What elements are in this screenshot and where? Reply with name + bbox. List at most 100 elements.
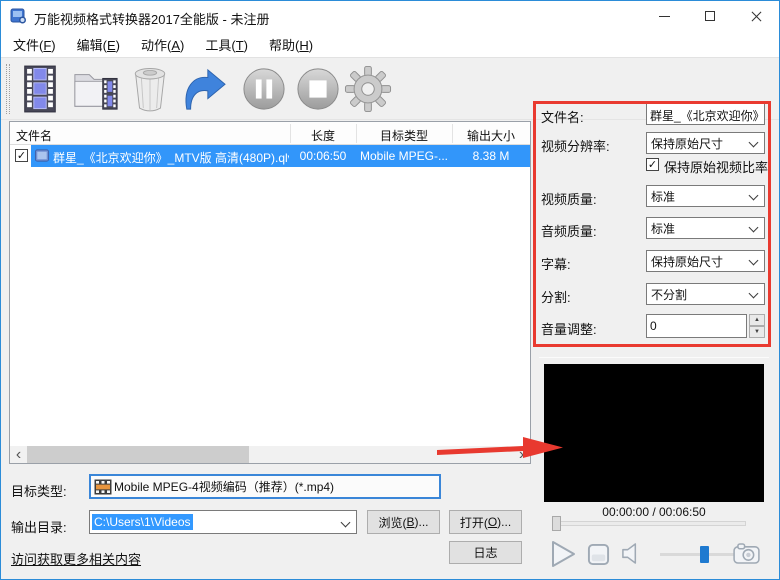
target-format-icon: [94, 479, 112, 494]
video-file-icon: [34, 148, 50, 166]
keep-ratio-checkbox[interactable]: [646, 158, 659, 171]
column-header-size[interactable]: 输出大小: [452, 127, 530, 144]
divider: [539, 357, 769, 358]
volume-slider[interactable]: [660, 553, 736, 556]
seek-slider[interactable]: [552, 521, 746, 526]
audio-quality-label: 音频质量:: [541, 224, 597, 239]
seek-slider-thumb[interactable]: [552, 516, 561, 531]
table-row[interactable]: 群星_《北京欢迎你》_MTV版 高清(480P).qlv 00:06:50 Mo…: [10, 145, 530, 167]
menu-bar: 文件(F) 编辑(E) 动作(A) 工具(T) 帮助(H): [1, 31, 779, 58]
convert-button[interactable]: [179, 63, 229, 115]
video-quality-value: 标准: [651, 189, 676, 204]
resolution-value: 保持原始尺寸: [651, 136, 724, 151]
audio-quality-value: 标准: [651, 221, 676, 236]
more-content-link[interactable]: 访问获取更多相关内容: [11, 549, 141, 568]
target-type-label: 目标类型:: [11, 484, 67, 499]
output-dir-combo[interactable]: C:\Users\1\Videos: [89, 510, 357, 534]
playback-time: 00:00:00 / 00:06:50: [602, 505, 706, 519]
delete-icon: [134, 68, 166, 112]
log-button[interactable]: 日志: [449, 541, 522, 564]
app-icon: [10, 8, 27, 29]
menu-tools[interactable]: 工具(T): [205, 35, 248, 54]
scroll-left-icon[interactable]: [10, 446, 27, 463]
row-target-type: Mobile MPEG-...: [359, 149, 449, 163]
add-folder-icon: [74, 74, 118, 110]
subtitle-select[interactable]: 保持原始尺寸: [646, 250, 765, 272]
minimize-button[interactable]: [641, 1, 687, 31]
add-video-button[interactable]: [15, 63, 65, 115]
volume-label: 音量调整:: [541, 322, 597, 337]
stop-convert-button[interactable]: [293, 63, 343, 115]
volume-slider-thumb[interactable]: [700, 546, 709, 563]
volume-spinner: [749, 314, 765, 338]
row-checkbox[interactable]: [15, 149, 28, 162]
resolution-select[interactable]: 保持原始尺寸: [646, 132, 765, 154]
chevron-down-icon: [748, 222, 759, 233]
subtitle-value: 保持原始尺寸: [651, 254, 724, 269]
play-button[interactable]: [547, 538, 579, 570]
maximize-button[interactable]: [687, 1, 733, 31]
stop-playback-button[interactable]: [587, 543, 610, 566]
keep-ratio-label: 保持原始视频比率: [664, 160, 769, 175]
row-file-name: 群星_《北京欢迎你》_MTV版 高清(480P).qlv: [53, 151, 289, 165]
file-list: 文件名 长度 目标类型 输出大小 群星_《北京欢迎你》_MTV版 高清(480P…: [9, 121, 531, 464]
menu-edit[interactable]: 编辑(E): [77, 35, 120, 54]
menu-help[interactable]: 帮助(H): [269, 35, 313, 54]
menu-action[interactable]: 动作(A): [141, 35, 184, 54]
video-preview: [544, 364, 764, 502]
scrollbar-thumb[interactable]: [27, 446, 249, 463]
split-label: 分割:: [541, 290, 571, 305]
title-bar: 万能视频格式转换器2017全能版 - 未注册: [1, 1, 779, 31]
split-select[interactable]: 不分割: [646, 283, 765, 305]
chevron-down-icon: [748, 288, 759, 299]
column-header-target[interactable]: 目标类型: [356, 127, 452, 144]
audio-quality-select[interactable]: 标准: [646, 217, 765, 239]
column-header-length[interactable]: 长度: [290, 127, 356, 144]
add-video-icon: [24, 65, 56, 113]
mute-button[interactable]: [621, 542, 642, 565]
window-title: 万能视频格式转换器2017全能版 - 未注册: [34, 12, 270, 27]
chevron-down-icon: [748, 137, 759, 148]
row-length: 00:06:50: [299, 149, 347, 163]
subtitle-label: 字幕:: [541, 257, 571, 272]
target-type-button[interactable]: Mobile MPEG-4视频编码（推荐）(*.mp4): [89, 474, 441, 499]
snapshot-button[interactable]: [733, 543, 760, 564]
chevron-down-icon: [748, 255, 759, 266]
scroll-right-icon[interactable]: [513, 446, 530, 463]
column-separator: [356, 124, 357, 143]
column-separator: [452, 124, 453, 143]
video-quality-select[interactable]: 标准: [646, 185, 765, 207]
browse-button[interactable]: 浏览(B)...: [367, 510, 440, 534]
settings-button[interactable]: [343, 63, 393, 115]
column-header-name[interactable]: 文件名: [16, 127, 52, 144]
horizontal-scrollbar[interactable]: [10, 446, 530, 463]
output-dir-value: C:\Users\1\Videos: [92, 514, 193, 530]
play-icon: [552, 541, 575, 567]
chevron-down-icon: [340, 517, 351, 528]
app-window: 万能视频格式转换器2017全能版 - 未注册 文件(F) 编辑(E) 动作(A)…: [0, 0, 780, 580]
spinner-up-icon[interactable]: [749, 314, 765, 326]
video-quality-label: 视频质量:: [541, 192, 597, 207]
filename-input[interactable]: 群星_《北京欢迎你》: [646, 103, 765, 125]
settings-gear-icon: [344, 65, 392, 113]
row-output-size: 8.38 M: [472, 149, 510, 163]
pause-icon: [243, 68, 285, 110]
open-button[interactable]: 打开(O)...: [449, 510, 522, 534]
toolbar-gripper: [6, 64, 10, 114]
convert-icon: [185, 68, 226, 110]
stop-playback-icon: [587, 543, 610, 566]
spinner-down-icon[interactable]: [749, 326, 765, 338]
stop-icon: [297, 68, 339, 110]
speaker-icon: [622, 543, 637, 564]
camera-icon: [733, 543, 760, 564]
close-button[interactable]: [733, 1, 779, 31]
delete-button[interactable]: [125, 63, 175, 115]
menu-file[interactable]: 文件(F): [13, 35, 56, 54]
target-type-value: Mobile MPEG-4视频编码（推荐）(*.mp4): [114, 480, 335, 494]
filename-label: 文件名:: [541, 110, 584, 125]
pause-button[interactable]: [239, 63, 289, 115]
output-dir-label: 输出目录:: [11, 520, 67, 535]
volume-input[interactable]: 0: [646, 314, 747, 338]
maximize-icon: [705, 11, 715, 21]
add-folder-button[interactable]: [71, 63, 121, 115]
